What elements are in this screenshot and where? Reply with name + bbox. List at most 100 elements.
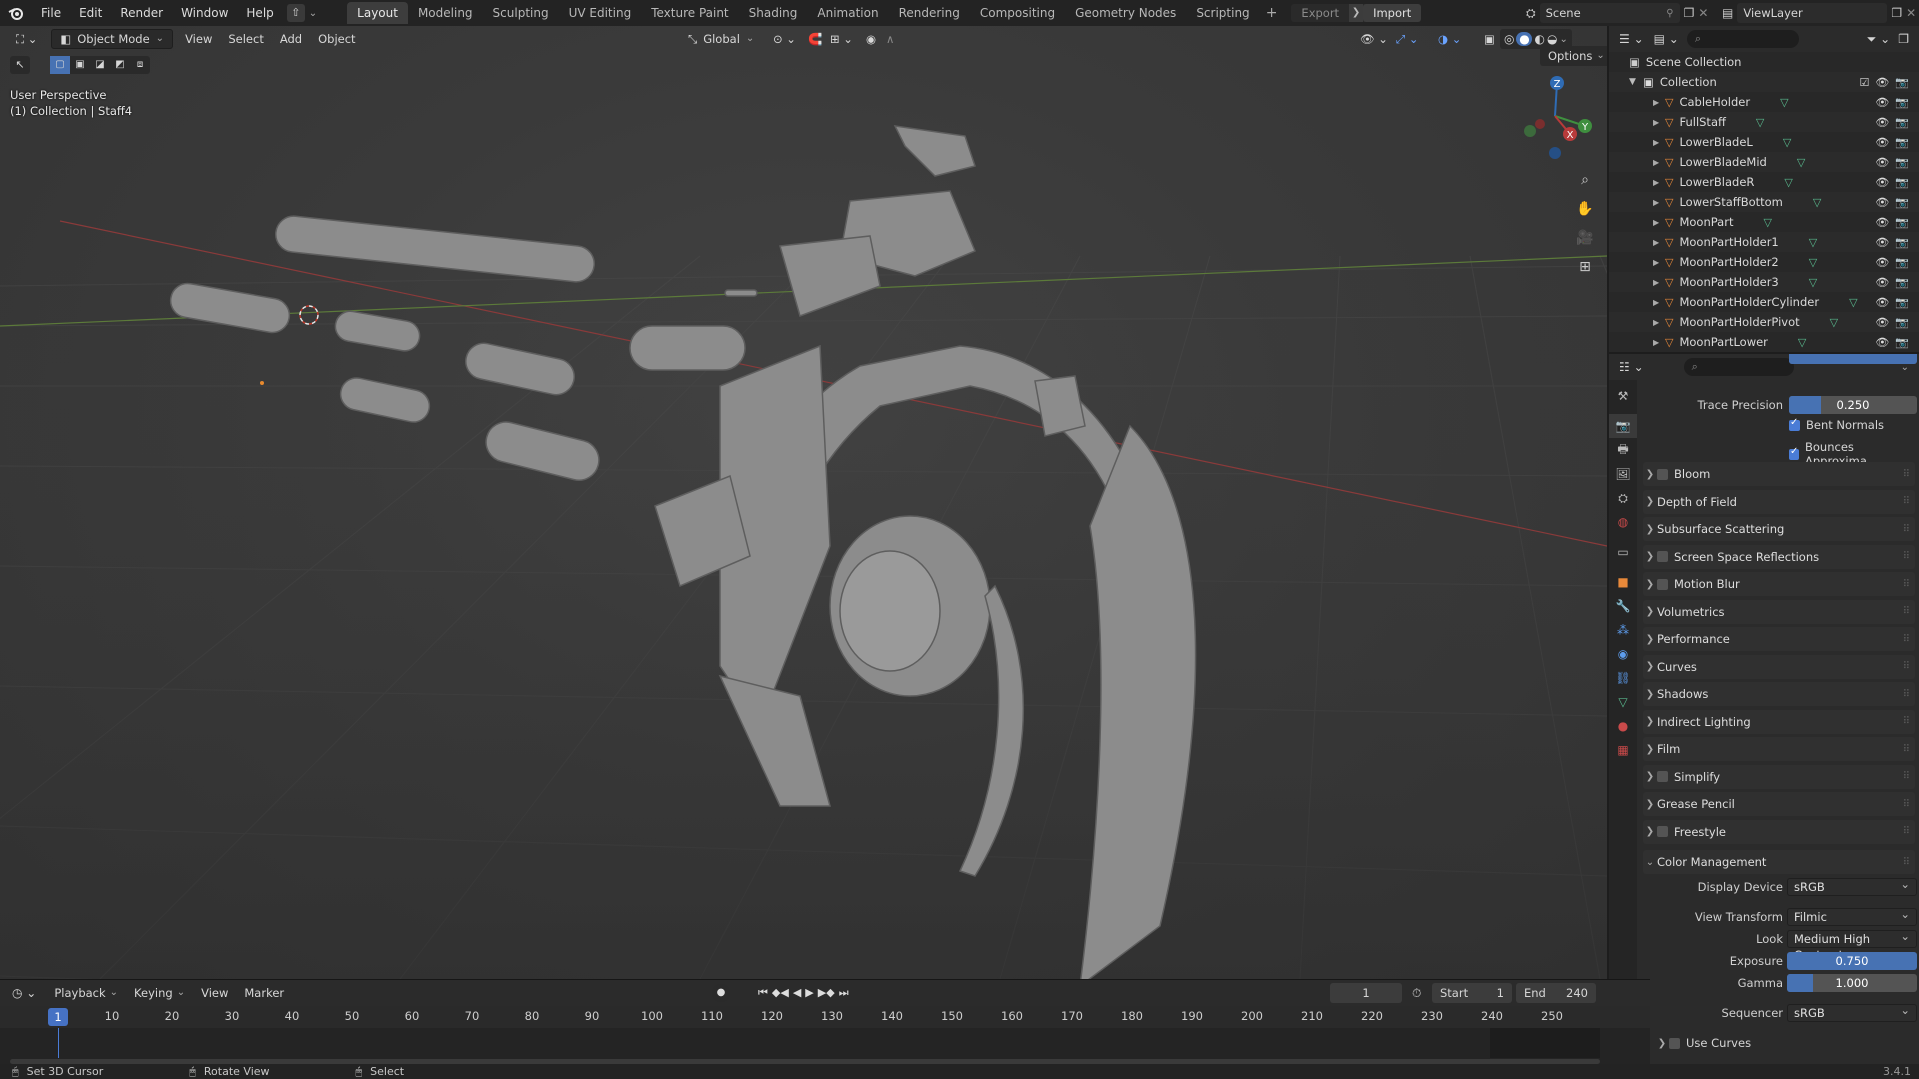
- material-shading-icon[interactable]: ◐: [1534, 32, 1544, 46]
- select-intersect-icon[interactable]: ⧈: [130, 56, 150, 74]
- collapsed-panel-header[interactable]: ❯ Performance ⠿: [1643, 627, 1915, 651]
- export-button[interactable]: Export: [1291, 4, 1349, 22]
- next-keyframe-icon[interactable]: ▶◆: [818, 986, 835, 1000]
- start-frame-field[interactable]: Start 1: [1432, 983, 1512, 1003]
- select-extend-icon[interactable]: ▣: [70, 56, 90, 74]
- frame-ruler[interactable]: 1 10 20 30 40 50 60 70 80 90 100 110 120 130 140 150 160…: [0, 1006, 1650, 1028]
- new-scene-icon[interactable]: ❐: [1684, 6, 1695, 20]
- render-camera-icon[interactable]: 📷: [1895, 296, 1909, 309]
- render-camera-icon[interactable]: 📷: [1895, 316, 1909, 329]
- gizmo-toggle-icon[interactable]: ⤢ ⌄: [1388, 29, 1427, 49]
- outliner-object-row[interactable]: ▶ ▽ MoonPartHolderPivot ▽ 👁 📷: [1609, 312, 1919, 332]
- constraints-tab-icon[interactable]: ⛓: [1609, 666, 1637, 690]
- select-subtract-icon[interactable]: ◪: [90, 56, 110, 74]
- stopwatch-icon[interactable]: ⏱: [1412, 986, 1421, 1001]
- transform-orientation-selector[interactable]: ⤡ Global ⌄: [680, 29, 762, 49]
- menu-view[interactable]: View: [177, 29, 220, 49]
- partial-slider[interactable]: [1789, 354, 1917, 364]
- mesh-data-icon[interactable]: ▽: [1813, 196, 1821, 209]
- expand-arrow-icon[interactable]: ▶: [1653, 338, 1665, 347]
- tab-scripting[interactable]: Scripting: [1186, 2, 1259, 24]
- delete-view-layer-icon[interactable]: ✕: [1906, 6, 1916, 20]
- collapsed-panel-header[interactable]: ❯ Subsurface Scattering ⠿: [1643, 517, 1915, 541]
- collapsed-panel-header[interactable]: ❯ Motion Blur ⠿: [1643, 572, 1915, 596]
- bent-normals-checkbox[interactable]: Bent Normals: [1789, 417, 1884, 432]
- texture-tab-icon[interactable]: ▦: [1609, 738, 1637, 762]
- panel-enable-checkbox[interactable]: [1657, 826, 1668, 837]
- drag-grip-icon[interactable]: ⠿: [1903, 551, 1910, 562]
- expand-arrow-icon[interactable]: ▶: [1653, 198, 1665, 207]
- visibility-eye-icon[interactable]: 👁: [1875, 336, 1889, 349]
- exposure-field[interactable]: 0.750: [1787, 952, 1917, 970]
- menu-render[interactable]: Render: [111, 0, 172, 26]
- tab-animation[interactable]: Animation: [807, 2, 888, 24]
- menu-object[interactable]: Object: [310, 29, 363, 49]
- collapsed-panel-header[interactable]: ❯ Simplify ⠿: [1643, 764, 1915, 789]
- mesh-data-icon[interactable]: ▽: [1784, 176, 1792, 189]
- chevron-down-icon[interactable]: ⌄: [1559, 34, 1567, 45]
- visibility-eye-icon[interactable]: 👁: [1875, 236, 1889, 249]
- expand-arrow-icon[interactable]: ▶: [1653, 138, 1665, 147]
- display-mode-icon[interactable]: ▤ ⌄: [1654, 32, 1679, 46]
- blender-logo-icon[interactable]: [0, 0, 32, 26]
- physics-tab-icon[interactable]: ◉: [1609, 642, 1637, 666]
- timeline-editor-icon[interactable]: ◷ ⌄: [12, 986, 36, 1000]
- scene-collection-row[interactable]: ▣ Scene Collection: [1609, 52, 1919, 72]
- expand-arrow-icon[interactable]: ▶: [1653, 238, 1665, 247]
- drag-grip-icon[interactable]: ⠿: [1903, 469, 1910, 480]
- pan-hand-icon[interactable]: ✋: [1573, 197, 1597, 221]
- drag-grip-icon[interactable]: ⠿: [1903, 661, 1910, 672]
- drag-grip-icon[interactable]: ⠿: [1903, 634, 1910, 645]
- chevron-down-icon[interactable]: ⌄: [305, 8, 321, 19]
- drag-grip-icon[interactable]: ⠿: [1903, 826, 1910, 837]
- drag-grip-icon[interactable]: ⠿: [1903, 606, 1910, 617]
- drag-grip-icon[interactable]: ⠿: [1903, 689, 1910, 700]
- use-curves-row[interactable]: ❯ Use Curves: [1655, 1032, 1915, 1054]
- look-dropdown[interactable]: Medium High Contrast: [1787, 928, 1917, 962]
- menu-keying[interactable]: Keying ⌄: [126, 983, 193, 1003]
- 3d-viewport[interactable]: ⛶ ⌄ ◧ Object Mode ⌄ View Select Add Obje…: [0, 26, 1607, 979]
- visibility-eye-icon[interactable]: 👁: [1875, 176, 1889, 189]
- outliner-object-row[interactable]: ▶ ▽ MoonPartHolder1 ▽ 👁 📷: [1609, 232, 1919, 252]
- render-camera-icon[interactable]: 📷: [1895, 256, 1909, 269]
- mesh-data-icon[interactable]: ▽: [1809, 276, 1817, 289]
- drag-grip-icon[interactable]: ⠿: [1903, 744, 1910, 755]
- mesh-data-icon[interactable]: ▽: [1780, 96, 1788, 109]
- menu-playback[interactable]: Playback ⌄: [46, 983, 126, 1003]
- outliner-object-row[interactable]: ▶ ▽ MoonPartLower ▽ 👁 📷: [1609, 332, 1919, 352]
- display-device-dropdown[interactable]: sRGB: [1787, 876, 1917, 896]
- falloff-icon[interactable]: ∧: [878, 29, 902, 49]
- drag-grip-icon[interactable]: ⠿: [1903, 579, 1910, 590]
- select-invert-icon[interactable]: ◩: [110, 56, 130, 74]
- output-tab-icon[interactable]: 🖶: [1609, 438, 1637, 462]
- snap-target-icon[interactable]: ⊞ ⌄: [822, 29, 861, 49]
- visibility-eye-icon[interactable]: 👁: [1875, 96, 1889, 109]
- timeline-track[interactable]: [0, 1028, 1650, 1066]
- tab-geometry-nodes[interactable]: Geometry Nodes: [1065, 2, 1186, 24]
- material-tab-icon[interactable]: ●: [1609, 714, 1637, 738]
- menu-edit[interactable]: Edit: [70, 0, 111, 26]
- solid-shading-icon[interactable]: ●: [1516, 32, 1533, 46]
- mesh-data-icon[interactable]: ▽: [1798, 336, 1806, 349]
- drag-grip-icon[interactable]: ⠿: [1903, 524, 1910, 535]
- drag-grip-icon[interactable]: ⠿: [1903, 496, 1910, 507]
- tab-layout[interactable]: Layout: [347, 2, 408, 24]
- color-management-panel-header[interactable]: ⌄ Color Management ⠿: [1643, 850, 1915, 874]
- end-frame-field[interactable]: End 240: [1516, 983, 1596, 1003]
- render-camera-icon[interactable]: 📷: [1895, 96, 1909, 109]
- modifier-tab-icon[interactable]: 🔧: [1609, 594, 1637, 618]
- render-camera-icon[interactable]: 📷: [1895, 236, 1909, 249]
- filter-icon[interactable]: ⏷ ⌄: [1867, 32, 1890, 47]
- jump-end-icon[interactable]: ⏭: [839, 986, 849, 1000]
- outliner-object-row[interactable]: ▶ ▽ LowerBladeMid ▽ 👁 📷: [1609, 152, 1919, 172]
- properties-editor-icon[interactable]: ☷ ⌄: [1619, 360, 1644, 374]
- visibility-eye-icon[interactable]: 👁: [1875, 116, 1889, 129]
- wireframe-shading-icon[interactable]: ◎: [1504, 32, 1514, 46]
- render-camera-icon[interactable]: 📷: [1895, 336, 1909, 349]
- object-tab-icon[interactable]: ■: [1609, 570, 1637, 594]
- collection-tab-icon[interactable]: ▭: [1609, 540, 1637, 564]
- visibility-eye-icon[interactable]: 👁: [1875, 136, 1889, 149]
- visibility-eye-icon[interactable]: 👁: [1875, 316, 1889, 329]
- render-camera-icon[interactable]: 📷: [1895, 216, 1909, 229]
- drag-grip-icon[interactable]: ⠿: [1903, 771, 1910, 782]
